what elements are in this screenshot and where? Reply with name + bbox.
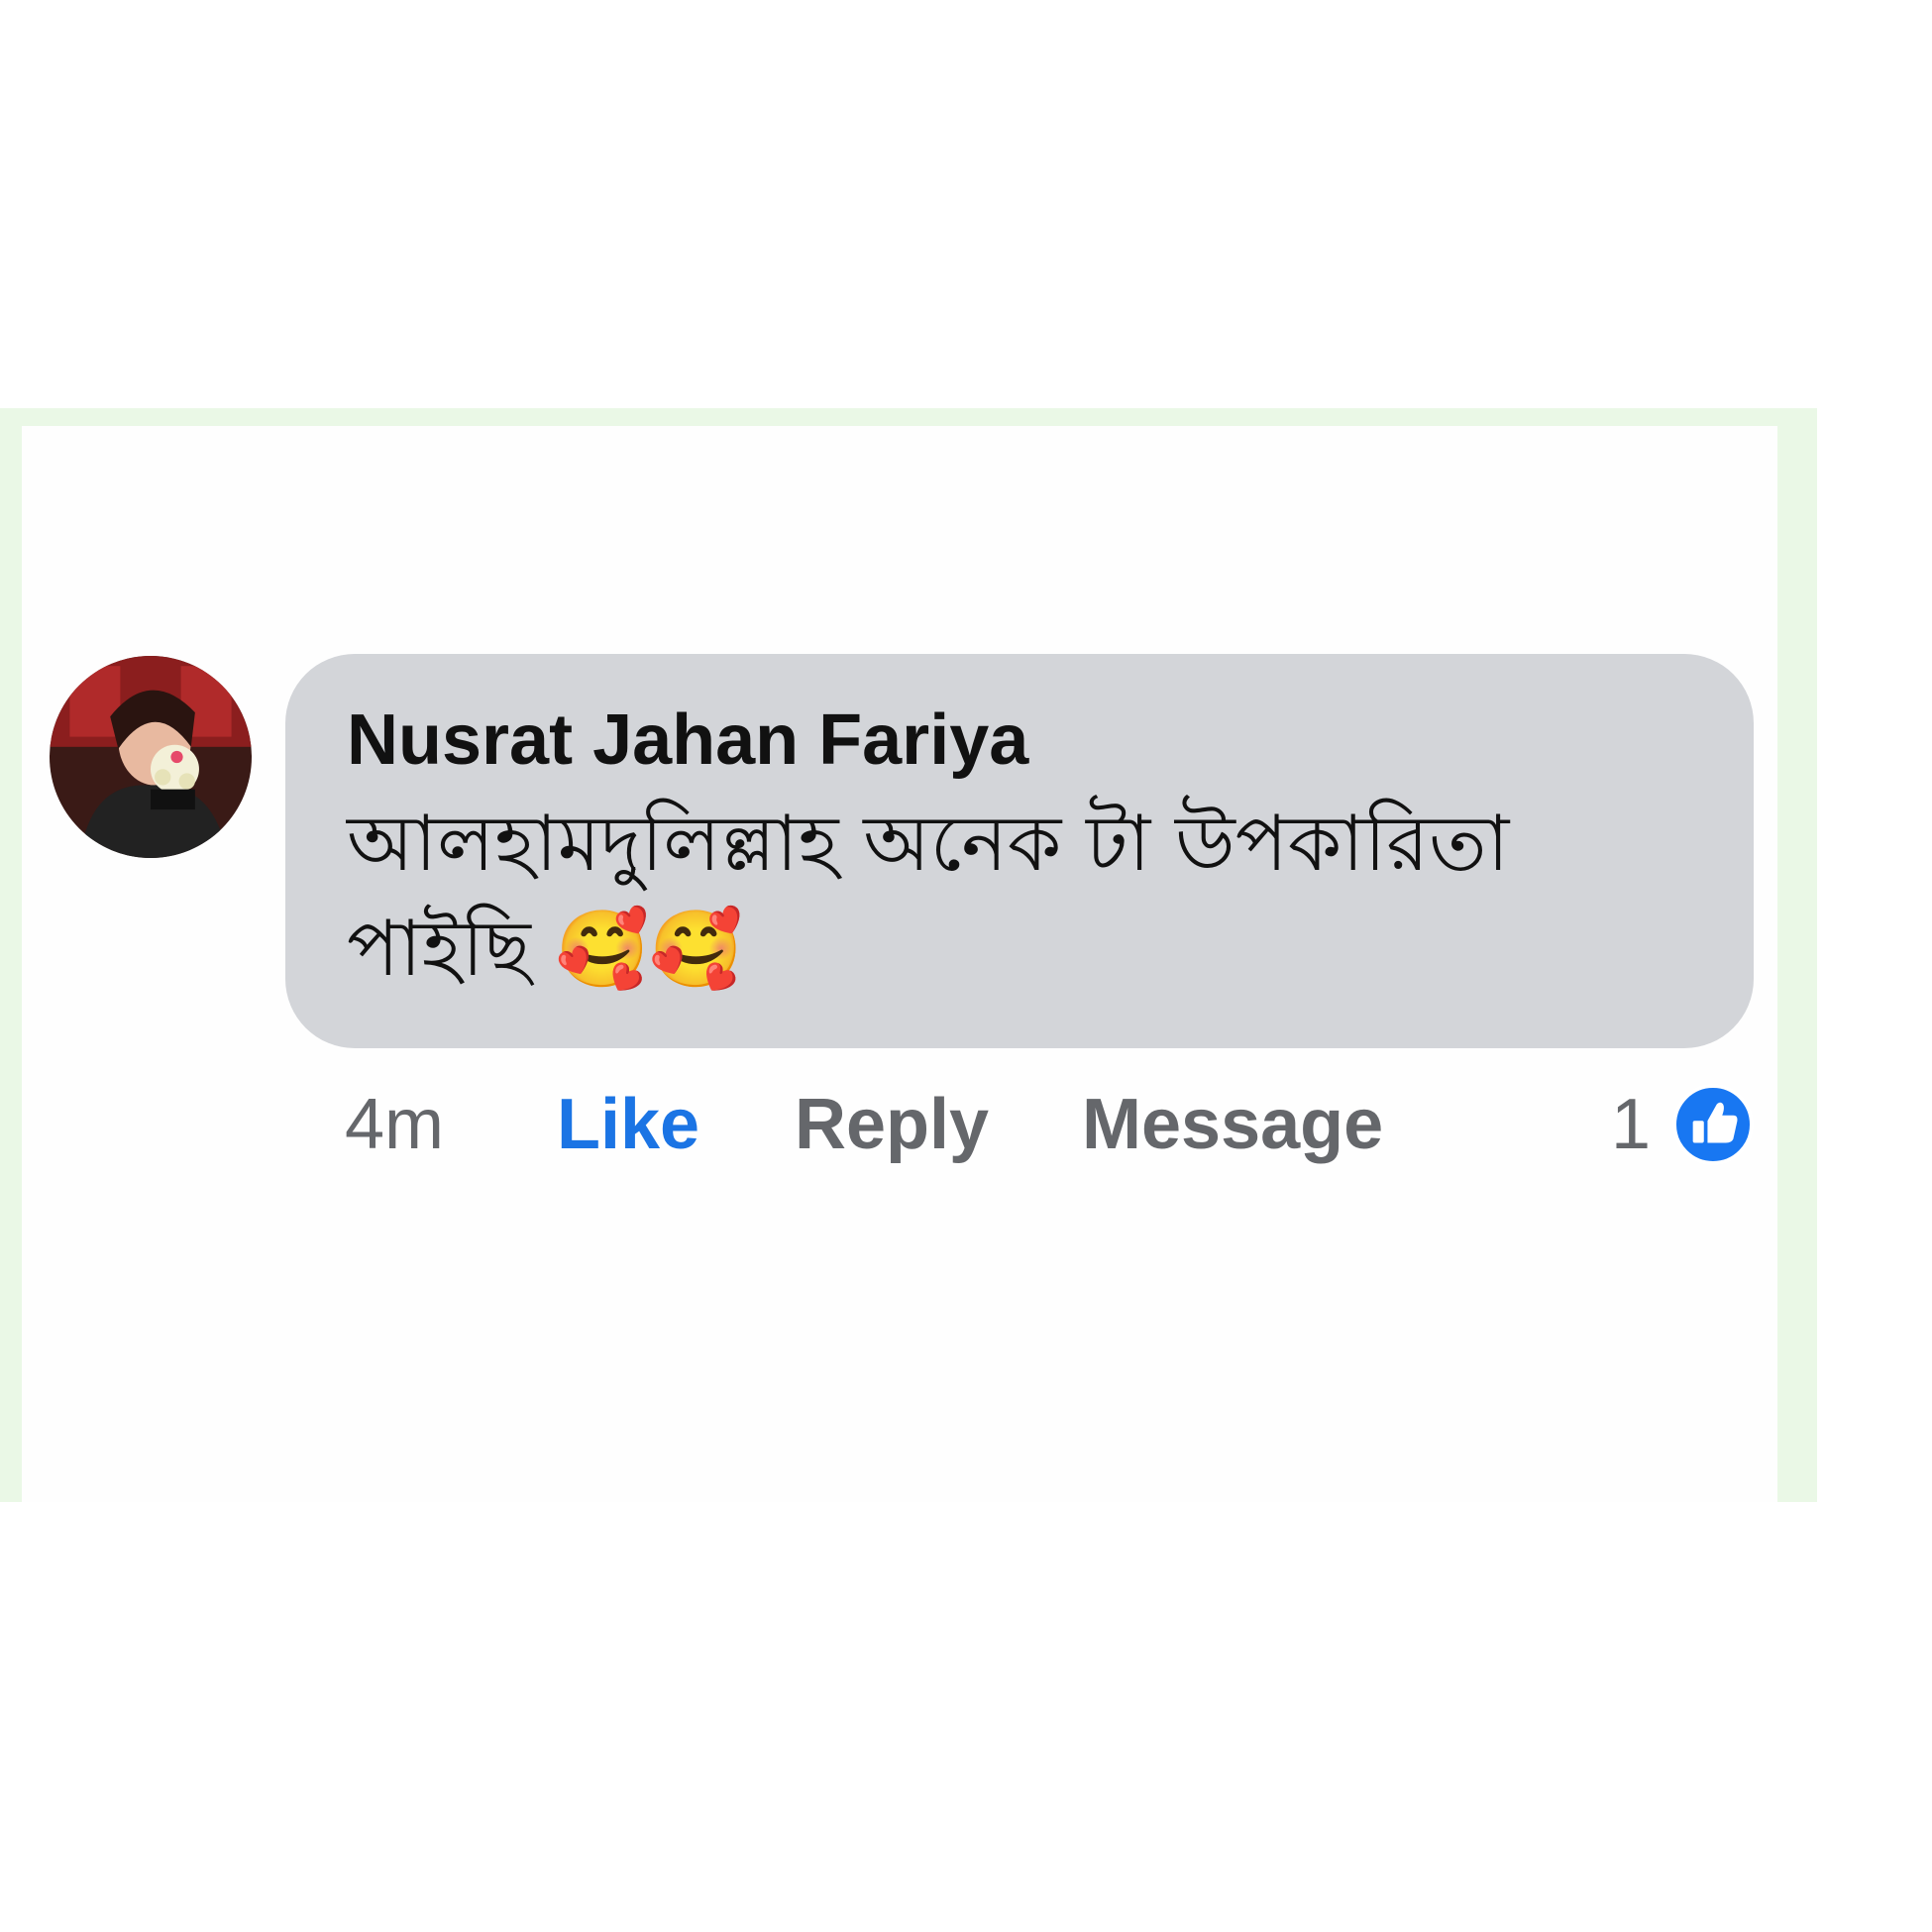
profile-photo [50, 656, 252, 858]
message-button[interactable]: Message [1082, 1080, 1383, 1169]
comment-actions: 4m Like Reply Message 1 [345, 1080, 1754, 1169]
reply-button[interactable]: Reply [795, 1080, 989, 1169]
thumbs-up-icon[interactable] [1672, 1084, 1754, 1165]
comment-bubble: Nusrat Jahan Fariya আলহামদুলিল্লাহ অনেক … [285, 654, 1754, 1048]
comment-author[interactable]: Nusrat Jahan Fariya [347, 698, 1694, 783]
reaction-count[interactable]: 1 [1611, 1080, 1651, 1169]
smiling-face-with-hearts-emoji: 🥰🥰 [555, 904, 743, 993]
like-button[interactable]: Like [557, 1080, 699, 1169]
comment-timestamp: 4m [345, 1085, 445, 1164]
comment-text: আলহামদুলিল্লাহ অনেক টা উপকারিতা পাইছি [347, 800, 1510, 994]
avatar[interactable] [50, 656, 252, 858]
comment-text-block: আলহামদুলিল্লাহ অনেক টা উপকারিতা পাইছি 🥰🥰 [347, 793, 1694, 1002]
